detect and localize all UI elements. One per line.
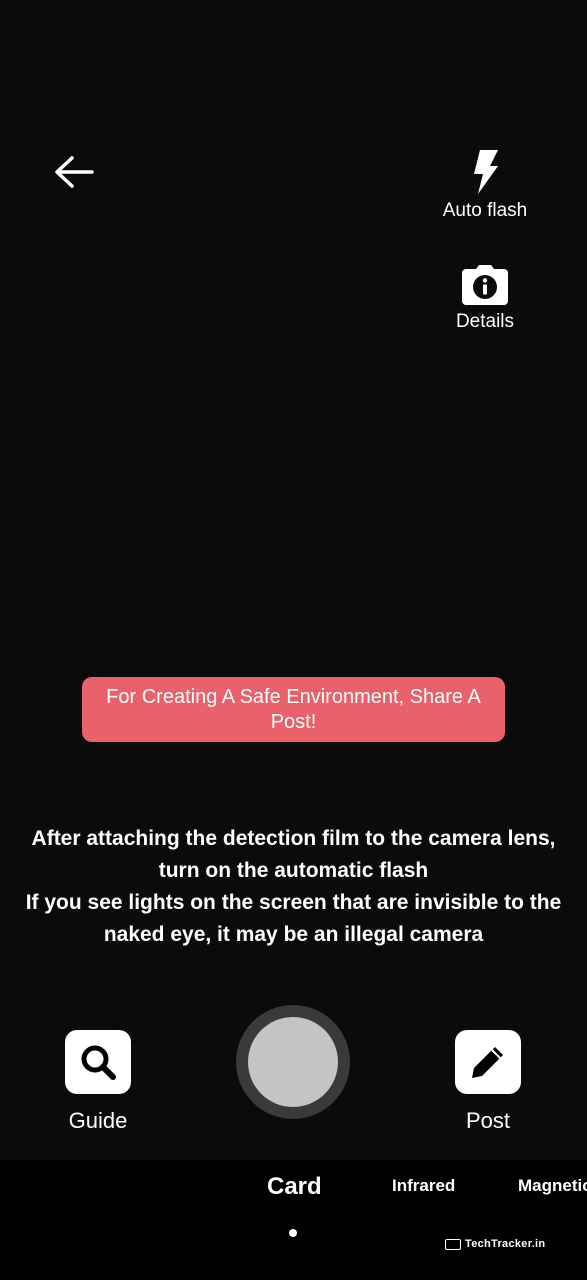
- instructions-text: After attaching the detection film to th…: [20, 823, 567, 951]
- post-label: Post: [465, 1108, 511, 1133]
- banner-text: For Creating A Safe Environment, Share A…: [106, 685, 481, 733]
- guide-icon-button[interactable]: [65, 1030, 131, 1094]
- mode-tab-magnetic[interactable]: Magnetic: [518, 1176, 587, 1196]
- mode-tab-infrared[interactable]: Infrared: [392, 1176, 455, 1196]
- post-icon-button[interactable]: [455, 1030, 521, 1094]
- page-indicator-dot: [289, 1229, 297, 1237]
- arrow-left-icon: [55, 156, 94, 188]
- guide-button[interactable]: Guide: [50, 1030, 146, 1134]
- share-post-banner[interactable]: For Creating A Safe Environment, Share A…: [82, 677, 505, 742]
- watermark-text: TechTracker.in: [465, 1238, 546, 1250]
- details-button[interactable]: Details: [430, 265, 540, 333]
- flash-icon: [474, 150, 498, 194]
- logo-icon: [445, 1238, 461, 1250]
- pencil-icon: [472, 1047, 503, 1078]
- back-button[interactable]: [52, 152, 96, 192]
- shutter-inner: [248, 1017, 338, 1107]
- shutter-button[interactable]: [236, 1005, 350, 1119]
- guide-label: Guide: [68, 1108, 128, 1133]
- mode-tab-card[interactable]: Card: [267, 1173, 322, 1201]
- details-label: Details: [455, 311, 515, 332]
- watermark: TechTracker.in: [445, 1238, 545, 1250]
- auto-flash-label: Auto flash: [442, 200, 528, 221]
- post-button[interactable]: Post: [440, 1030, 536, 1134]
- auto-flash-button[interactable]: Auto flash: [430, 150, 540, 222]
- instructions-line-1: After attaching the detection film to th…: [31, 827, 556, 882]
- camera-info-icon: [462, 265, 508, 305]
- instructions-line-2: If you see lights on the screen that are…: [25, 891, 562, 946]
- search-icon: [81, 1045, 116, 1080]
